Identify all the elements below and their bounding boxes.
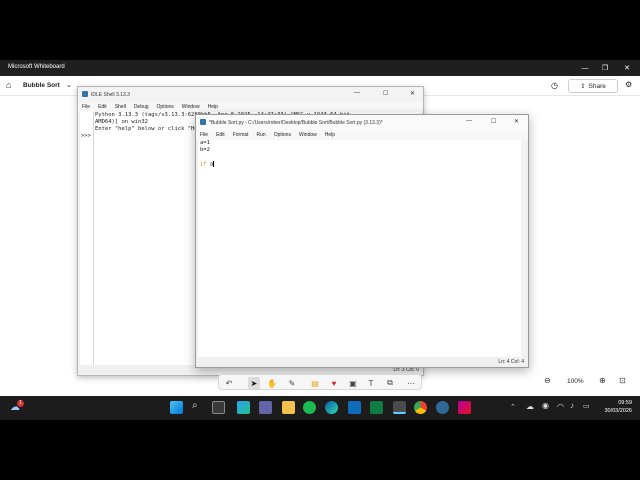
- pen-icon[interactable]: ✎: [286, 377, 298, 389]
- clock-time[interactable]: 09:59: [600, 400, 632, 406]
- menu-help[interactable]: Help: [325, 132, 335, 138]
- app-icon[interactable]: [458, 401, 471, 414]
- maximize-icon[interactable]: ☐: [383, 90, 388, 97]
- reaction-heart-icon[interactable]: ♥: [328, 377, 340, 389]
- menu-window[interactable]: Window: [299, 132, 317, 138]
- notification-badge: 1: [17, 400, 24, 407]
- teams-icon[interactable]: [259, 401, 272, 414]
- python-icon: [200, 119, 206, 125]
- spotify-icon[interactable]: [303, 401, 316, 414]
- maximize-icon[interactable]: ☐: [491, 118, 496, 125]
- editor-status-bar: Ln: 4 Col: 4: [196, 357, 528, 367]
- shell-prompt: >>>: [81, 133, 91, 139]
- code-text: a: [206, 161, 214, 168]
- image-icon[interactable]: ▣: [347, 377, 359, 389]
- edge-copilot-icon[interactable]: [237, 401, 250, 414]
- cloud-icon[interactable]: ☁: [526, 402, 534, 411]
- task-view-icon[interactable]: [212, 401, 225, 414]
- menu-format[interactable]: Format: [233, 132, 249, 138]
- code-keyword: if: [200, 161, 207, 168]
- shapes-icon[interactable]: ⧉: [384, 377, 396, 389]
- menu-file[interactable]: File: [82, 104, 90, 110]
- chevron-up-icon[interactable]: ⌃: [510, 403, 516, 411]
- whiteboard-toolbar: ↶ ➤ ✋ ✎ ▤ ♥ ▣ T ⧉ ⋯: [218, 374, 422, 390]
- more-icon[interactable]: ⋯: [405, 377, 417, 389]
- sticky-note-icon[interactable]: ▤: [309, 377, 321, 389]
- hand-icon[interactable]: ✋: [266, 377, 278, 389]
- text-icon[interactable]: T: [365, 377, 377, 389]
- text-cursor: [213, 161, 215, 167]
- whiteboard-app-icon[interactable]: [393, 401, 406, 414]
- chevron-down-icon[interactable]: ⌄: [66, 81, 72, 89]
- mail-icon[interactable]: [348, 401, 361, 414]
- share-button[interactable]: ⇪ Share: [568, 79, 618, 93]
- share-icon: ⇪: [580, 83, 586, 90]
- search-icon[interactable]: ⌕: [192, 400, 198, 411]
- shell-menu-bar: File Edit Shell Debug Options Window Hel…: [78, 102, 423, 112]
- close-icon[interactable]: ✕: [410, 90, 415, 97]
- menu-window[interactable]: Window: [182, 104, 200, 110]
- editor-text-area[interactable]: a=1 b=2 if a: [198, 140, 526, 358]
- chrome-icon[interactable]: [414, 401, 427, 414]
- editor-scrollbar[interactable]: [521, 140, 526, 358]
- app-title: Microsoft Whiteboard: [8, 64, 65, 70]
- menu-debug[interactable]: Debug: [134, 104, 149, 110]
- code-line: a=1: [200, 140, 210, 146]
- home-icon[interactable]: ⌂: [6, 80, 11, 90]
- close-icon[interactable]: ✕: [514, 118, 519, 125]
- file-explorer-icon[interactable]: [282, 401, 295, 414]
- location-icon[interactable]: ◉: [542, 401, 549, 410]
- zoom-level: 100%: [567, 378, 584, 385]
- editor-title-bar: *Bubble Sort.py - C:/Users/rober/Desktop…: [196, 115, 528, 130]
- zoom-out-icon[interactable]: ⊖: [544, 376, 551, 385]
- minimize-icon[interactable]: —: [574, 60, 596, 76]
- start-icon[interactable]: [170, 401, 183, 414]
- shell-title-bar: IDLE Shell 3.13.3 — ☐ ✕: [78, 87, 423, 102]
- undo-icon[interactable]: ↶: [223, 377, 235, 389]
- wifi-icon[interactable]: ◠: [557, 402, 564, 411]
- history-icon[interactable]: ◷: [551, 81, 558, 90]
- edge-icon[interactable]: [325, 401, 338, 414]
- editor-window[interactable]: *Bubble Sort.py - C:/Users/rober/Desktop…: [195, 114, 529, 368]
- select-icon[interactable]: ➤: [248, 377, 260, 389]
- menu-help[interactable]: Help: [208, 104, 218, 110]
- clock-date[interactable]: 30/03/2026: [597, 408, 632, 414]
- shell-title: IDLE Shell 3.13.3: [91, 92, 130, 98]
- menu-file[interactable]: File: [200, 132, 208, 138]
- maximize-icon[interactable]: ❐: [594, 60, 616, 76]
- board-name[interactable]: Bubble Sort: [23, 82, 60, 89]
- menu-run[interactable]: Run: [257, 132, 266, 138]
- editor-cursor-position: Ln: 4 Col: 4: [498, 359, 524, 365]
- app-title-bar: Microsoft Whiteboard — ❐ ✕: [0, 60, 640, 76]
- volume-icon[interactable]: ♪: [570, 401, 574, 410]
- fit-screen-icon[interactable]: ⊡: [619, 376, 626, 385]
- minimize-icon[interactable]: —: [466, 118, 472, 124]
- excel-icon[interactable]: [370, 401, 383, 414]
- minimize-icon[interactable]: —: [354, 90, 360, 96]
- menu-shell[interactable]: Shell: [115, 104, 126, 110]
- code-line: b=2: [200, 147, 210, 153]
- taskbar: ☁ 1 ⌕ ⌃ ☁ ◉ ◠ ♪ ▭ 09:59 30/03/2026: [0, 396, 640, 420]
- menu-options[interactable]: Options: [274, 132, 291, 138]
- menu-edit[interactable]: Edit: [216, 132, 225, 138]
- zoom-in-icon[interactable]: ⊕: [599, 376, 606, 385]
- gear-icon[interactable]: ⚙: [625, 80, 632, 89]
- menu-options[interactable]: Options: [157, 104, 174, 110]
- share-label: Share: [588, 82, 606, 90]
- editor-menu-bar: File Edit Format Run Options Window Help: [196, 130, 528, 140]
- code-line: if a: [200, 161, 526, 169]
- editor-title: *Bubble Sort.py - C:/Users/rober/Desktop…: [209, 120, 383, 126]
- python-idle-icon[interactable]: [436, 401, 449, 414]
- battery-icon[interactable]: ▭: [583, 402, 590, 410]
- menu-edit[interactable]: Edit: [98, 104, 107, 110]
- python-icon: [82, 91, 88, 97]
- close-icon[interactable]: ✕: [616, 60, 638, 76]
- shell-prompt-gutter: >>>: [80, 112, 94, 365]
